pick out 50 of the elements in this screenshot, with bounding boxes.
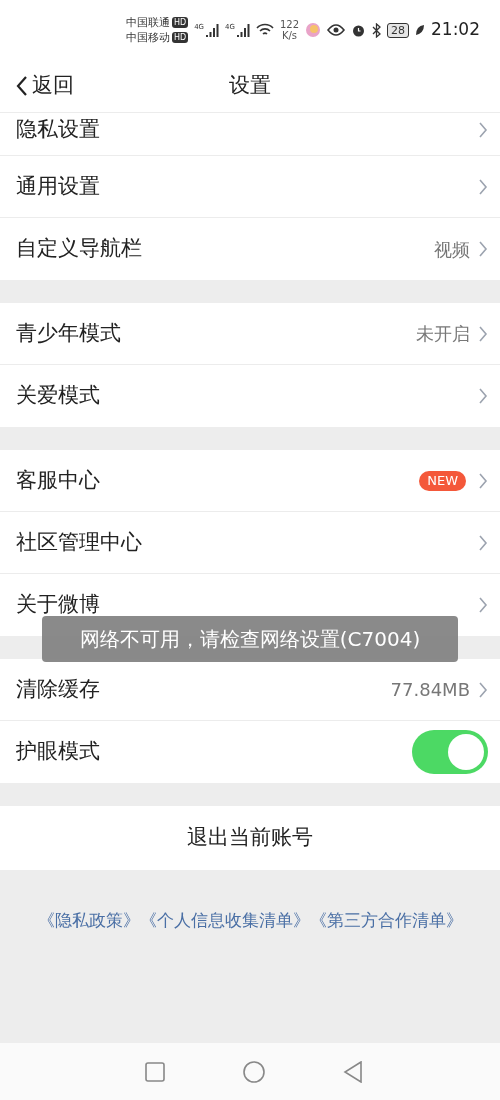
chevron-icon [478, 596, 488, 614]
setting-label: 客服中心 [16, 466, 100, 494]
speed-value: 122 [279, 19, 299, 30]
setting-value: 未开启 [416, 322, 470, 346]
setting-label: 社区管理中心 [16, 528, 142, 556]
bluetooth-icon [372, 22, 381, 38]
network-toast: 网络不可用，请检查网络设置(C7004) [42, 616, 458, 662]
policy-link[interactable]: 《第三方合作清单》 [309, 908, 463, 934]
carrier-name: 中国联通 [125, 15, 170, 30]
setting-label: 清除缓存 [16, 675, 100, 703]
setting-label: 护眼模式 [16, 738, 100, 766]
wifi-icon [255, 23, 274, 37]
setting-value: 视频 [434, 237, 470, 262]
page-title: 设置 [229, 72, 271, 100]
hd-badge: HD [171, 32, 189, 43]
chevron-icon [478, 324, 488, 343]
clock: 21:02 [431, 18, 480, 42]
hd-badge: HD [171, 17, 189, 28]
chevron-icon [478, 177, 488, 196]
chevron-icon [478, 680, 488, 699]
battery-icon: 28 [387, 22, 409, 38]
signal-icon [235, 23, 250, 37]
carrier-name: 中国移动 [125, 30, 170, 45]
logout-button[interactable]: 退出当前账号 [0, 806, 500, 870]
back-button[interactable]: 返回 [0, 70, 74, 102]
new-badge: NEW [419, 470, 466, 491]
chevron-icon [478, 121, 488, 139]
chevron-icon [478, 533, 488, 552]
assistant-icon [305, 22, 321, 38]
setting-label: 自定义导航栏 [16, 235, 142, 263]
home-icon[interactable] [243, 1060, 265, 1083]
signal-icon [205, 23, 219, 37]
chevron-icon [478, 471, 488, 490]
toggle-switch[interactable] [412, 730, 488, 774]
back-nav-icon[interactable] [343, 1060, 363, 1083]
chevron-icon [478, 240, 488, 258]
speed-unit: K/s [281, 30, 297, 41]
recents-icon[interactable] [145, 1061, 165, 1082]
setting-value: 77.84MB [390, 678, 470, 702]
setting-label: 隐私设置 [16, 116, 100, 144]
eye-icon [327, 24, 345, 36]
setting-label: 通用设置 [16, 172, 100, 200]
back-icon [16, 75, 28, 97]
leaf-icon [415, 24, 425, 36]
setting-label: 关于微博 [16, 591, 100, 619]
setting-label: 关爱模式 [16, 382, 100, 410]
setting-label: 青少年模式 [16, 319, 121, 347]
policy-link[interactable]: 《个人信息收集清单》 [139, 908, 310, 934]
chevron-icon [478, 387, 488, 405]
policy-link[interactable]: 《隐私政策》 [37, 908, 140, 934]
